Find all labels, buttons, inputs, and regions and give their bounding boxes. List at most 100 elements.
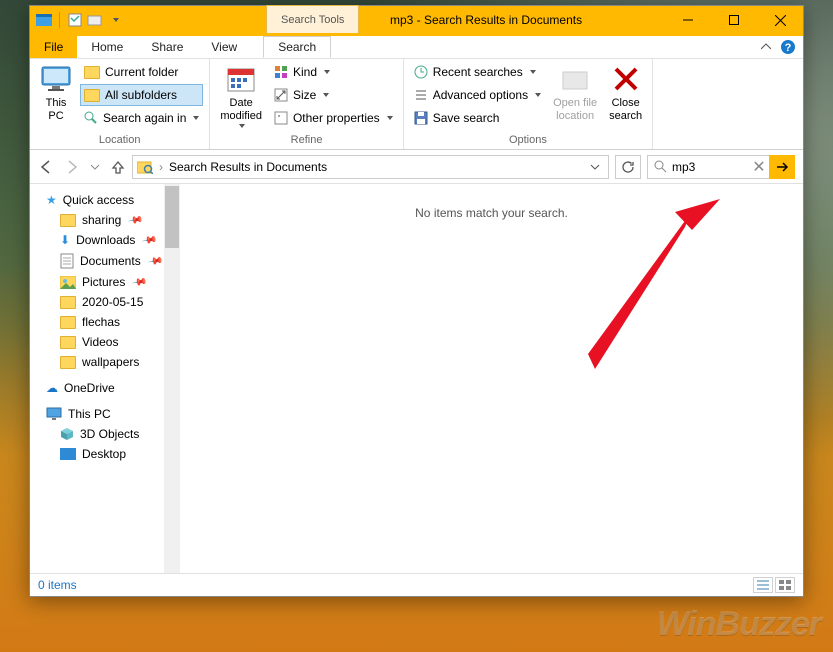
svg-text:?: ? <box>785 42 792 54</box>
size-button[interactable]: Size <box>270 84 397 106</box>
open-file-location-button: Open file location <box>549 61 601 124</box>
monitor-icon <box>46 407 62 421</box>
scrollbar-thumb[interactable] <box>165 186 179 248</box>
window-title: mp3 - Search Results in Documents <box>390 13 582 27</box>
navigation-bar: › Search Results in Documents ✕ <box>30 150 803 184</box>
ribbon-tab-bar: File Home Share View Search ? <box>30 34 803 58</box>
item-count: 0 items <box>38 578 77 592</box>
qat-properties-icon[interactable] <box>67 12 83 28</box>
tab-share[interactable]: Share <box>137 36 197 58</box>
tree-videos[interactable]: Videos <box>30 332 180 352</box>
close-button[interactable] <box>757 6 803 34</box>
tree-flechas[interactable]: flechas <box>30 312 180 332</box>
other-properties-button[interactable]: Other properties <box>270 107 397 129</box>
annotation-arrow <box>480 194 740 394</box>
group-label: Options <box>410 132 646 149</box>
large-icons-view-button[interactable] <box>775 577 795 593</box>
folder-icon <box>60 296 76 309</box>
body: ★Quick access sharing📌 ⬇Downloads📌 Docum… <box>30 184 803 573</box>
minimize-button[interactable] <box>665 6 711 34</box>
tab-view[interactable]: View <box>197 36 251 58</box>
monitor-icon <box>40 63 72 95</box>
title-bar[interactable]: Search Tools mp3 - Search Results in Doc… <box>30 6 803 34</box>
calendar-icon <box>225 63 257 95</box>
date-modified-label: Date modified <box>220 97 262 122</box>
tree-this-pc[interactable]: This PC <box>30 404 180 424</box>
kind-button[interactable]: Kind <box>270 61 397 83</box>
qat-customize-icon[interactable] <box>107 12 123 28</box>
advanced-options-button[interactable]: Advanced options <box>410 84 545 106</box>
chevron-right-icon[interactable]: › <box>159 160 163 174</box>
breadcrumb-text[interactable]: Search Results in Documents <box>169 160 327 174</box>
star-icon: ★ <box>46 193 57 207</box>
all-subfolders-button[interactable]: All subfolders <box>80 84 203 106</box>
search-folder-icon <box>137 160 153 174</box>
current-folder-button[interactable]: Current folder <box>80 61 203 83</box>
ribbon-collapse-icon[interactable] <box>761 42 771 52</box>
tree-documents[interactable]: Documents📌 <box>30 250 180 272</box>
explorer-window: Search Tools mp3 - Search Results in Doc… <box>29 5 804 597</box>
pin-icon: 📌 <box>131 274 148 290</box>
back-button[interactable] <box>38 159 54 175</box>
navigation-pane[interactable]: ★Quick access sharing📌 ⬇Downloads📌 Docum… <box>30 184 180 573</box>
search-icon <box>648 160 672 173</box>
close-search-label: Close search <box>609 97 642 122</box>
close-search-button[interactable]: Close search <box>605 61 646 124</box>
watermark: WinBuzzer <box>657 605 821 644</box>
save-search-button[interactable]: Save search <box>410 107 545 129</box>
tree-quick-access[interactable]: ★Quick access <box>30 190 180 210</box>
details-view-button[interactable] <box>753 577 773 593</box>
search-input[interactable] <box>672 160 749 174</box>
up-button[interactable] <box>110 159 126 175</box>
document-icon <box>60 253 74 269</box>
status-bar: 0 items <box>30 573 803 596</box>
nav-scrollbar[interactable] <box>164 184 180 573</box>
qat-newfolder-icon[interactable] <box>87 12 103 28</box>
content-area[interactable]: No items match your search. <box>180 184 803 573</box>
search-again-button[interactable]: Search again in <box>80 107 203 129</box>
ribbon: This PC Current folder All subfolders Se… <box>30 58 803 150</box>
tree-onedrive[interactable]: ☁OneDrive <box>30 378 180 398</box>
search-box[interactable]: ✕ <box>647 155 795 179</box>
search-tools-context-tab[interactable]: Search Tools <box>266 5 359 33</box>
pin-icon: 📌 <box>147 253 164 269</box>
folder-icon <box>84 66 100 79</box>
date-modified-button[interactable]: Date modified <box>216 61 266 130</box>
folder-icon <box>60 214 76 227</box>
clock-icon <box>414 65 428 79</box>
this-pc-label: This PC <box>46 97 67 122</box>
address-bar[interactable]: › Search Results in Documents <box>132 155 609 179</box>
tree-2020[interactable]: 2020-05-15 <box>30 292 180 312</box>
folder-icon <box>84 89 100 102</box>
tab-file[interactable]: File <box>30 36 77 58</box>
empty-message: No items match your search. <box>415 206 568 220</box>
group-refine: Date modified Kind Size Other properties… <box>210 59 403 149</box>
close-x-icon <box>610 63 642 95</box>
tree-wallpapers[interactable]: wallpapers <box>30 352 180 372</box>
list-icon <box>414 88 428 102</box>
maximize-button[interactable] <box>711 6 757 34</box>
folder-icon <box>60 316 76 329</box>
tree-downloads[interactable]: ⬇Downloads📌 <box>30 230 180 250</box>
size-icon <box>274 88 288 102</box>
this-pc-button[interactable]: This PC <box>36 61 76 124</box>
tab-search[interactable]: Search <box>263 36 331 58</box>
help-icon[interactable]: ? <box>781 40 795 54</box>
desktop-icon <box>60 448 76 460</box>
search-go-button[interactable] <box>769 155 795 179</box>
forward-button <box>64 159 80 175</box>
folder-open-icon <box>559 63 591 95</box>
clear-search-button[interactable]: ✕ <box>749 157 769 177</box>
tree-sharing[interactable]: sharing📌 <box>30 210 180 230</box>
tab-home[interactable]: Home <box>77 36 137 58</box>
tree-3d-objects[interactable]: 3D Objects <box>30 424 180 444</box>
tree-desktop[interactable]: Desktop <box>30 444 180 464</box>
open-loc-label: Open file location <box>553 97 597 122</box>
address-dropdown-button[interactable] <box>586 162 604 172</box>
recent-locations-button[interactable] <box>90 162 100 172</box>
tree-pictures[interactable]: Pictures📌 <box>30 272 180 292</box>
recent-searches-button[interactable]: Recent searches <box>410 61 545 83</box>
group-label: Location <box>36 132 203 149</box>
refresh-button[interactable] <box>615 155 641 179</box>
pin-icon: 📌 <box>127 212 144 228</box>
